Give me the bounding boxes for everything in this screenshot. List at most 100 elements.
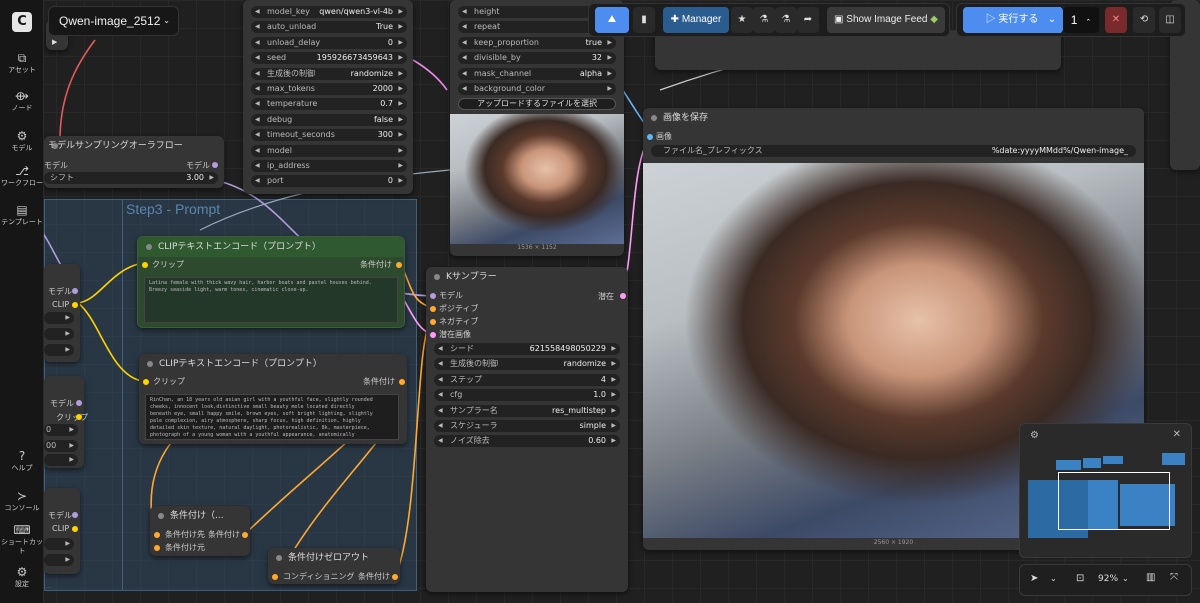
increment-icon[interactable]: ▶ <box>611 358 616 370</box>
decrement-icon[interactable]: ◀ <box>255 37 260 49</box>
input-port-1[interactable] <box>430 306 436 312</box>
increment-icon[interactable]: ▶ <box>398 52 403 64</box>
chevron-down-icon[interactable]: ⌄ <box>1122 574 1129 583</box>
widget-shift[interactable]: シフト 3.00 ▶ <box>44 172 218 184</box>
decrement-icon[interactable]: ◀ <box>438 358 443 370</box>
increment-icon[interactable]: ▶ <box>398 160 403 172</box>
conditioning-combine-node[interactable]: 条件付け（... 条件付け先 条件付け 条件付け元 <box>150 506 250 556</box>
increment-icon[interactable]: ▶ <box>611 435 616 447</box>
output-port-cond[interactable] <box>396 262 402 268</box>
queue-count-input[interactable]: 1 ⌃ <box>1063 7 1099 33</box>
widget-9[interactable]: ◀ model ▶ <box>251 144 407 157</box>
decrement-icon[interactable]: ◀ <box>438 343 443 355</box>
output-port-clip[interactable] <box>72 302 78 308</box>
comfy-logo-icon[interactable]: C <box>12 12 32 32</box>
increment-icon[interactable]: ▶ <box>611 420 616 432</box>
widget-1[interactable]: ◀ 生成後の制御 randomize ▶ <box>434 358 620 371</box>
sidebar-item-6[interactable]: ≻ コンソール <box>0 488 44 513</box>
input-port-2[interactable] <box>430 319 436 325</box>
decrement-icon[interactable]: ◀ <box>255 68 260 80</box>
widget-2[interactable]: ▶ <box>44 328 74 340</box>
chevron-down-icon[interactable]: ⌄ <box>163 7 170 35</box>
widget-11[interactable]: ◀ port 0 ▶ <box>251 175 407 188</box>
sidebar-item-4[interactable]: ▤ テンプレート <box>0 202 44 227</box>
decrement-icon[interactable]: ◀ <box>438 405 443 417</box>
decrement-icon[interactable]: ◀ <box>255 21 260 33</box>
left-loader-node-c[interactable]: モデル CLIP ▶ ▶ <box>44 488 80 574</box>
star-icon[interactable]: ★ <box>731 7 753 33</box>
input-port-3[interactable] <box>430 332 436 338</box>
widget-3[interactable]: ◀ seed 195926673459643 ▶ <box>251 52 407 65</box>
llm-node[interactable]: ◀ model_key qwen/qwen3-vl-4b ▶ ◀ auto_unload T… <box>243 0 413 194</box>
widget-5[interactable]: ◀ background_color ▶ <box>458 83 616 95</box>
panel-toggle-icon[interactable]: ◫ <box>1159 7 1181 33</box>
clip-text-encode-positive[interactable]: CLIPテキストエンコード（プロンプト） クリップ 条件付け Latina fe… <box>137 236 405 328</box>
increment-icon[interactable]: ▶ <box>611 405 616 417</box>
widget-5[interactable]: ◀ スケジューラ simple ▶ <box>434 420 620 432</box>
increment-icon[interactable]: ▶ <box>607 68 612 80</box>
decrement-icon[interactable]: ◀ <box>462 37 467 49</box>
workflow-tab[interactable]: Qwen-image_2512 ⌄ <box>48 6 179 36</box>
increment-icon[interactable]: ▶ <box>398 21 403 33</box>
decrement-icon[interactable]: ◀ <box>255 6 260 18</box>
output-port-cond[interactable] <box>399 379 405 385</box>
widget-2[interactable]: 00 ▶ <box>44 440 78 452</box>
increment-icon[interactable]: ▶ <box>398 6 403 18</box>
widget-2[interactable]: ◀ keep_proportion true ▶ <box>458 36 616 49</box>
output-port-model[interactable] <box>212 162 218 168</box>
decrement-icon[interactable]: ◀ <box>255 52 260 64</box>
widget-4[interactable]: ◀ mask_channel alpha ▶ <box>458 67 616 80</box>
widget-3[interactable]: ◀ cfg 1.0 ▶ <box>434 389 620 402</box>
minimap-settings-icon[interactable]: ⚙ <box>1030 430 1039 441</box>
widget-3[interactable]: ▶ <box>44 344 74 356</box>
decrement-icon[interactable]: ◀ <box>255 129 260 141</box>
output-port-model[interactable] <box>76 400 82 406</box>
increment-icon[interactable]: ▶ <box>398 83 403 95</box>
increment-icon[interactable]: ▶ <box>398 114 403 126</box>
zoom-level[interactable]: 92% <box>1098 574 1118 584</box>
input-port-clip[interactable] <box>143 379 149 385</box>
chevron-down-icon[interactable]: ⌄ <box>1050 574 1057 583</box>
widget-2[interactable]: ▶ <box>44 554 74 566</box>
prompt-textarea[interactable]: RinChan, an 18 years old asian girl with… <box>145 394 399 440</box>
widget-1[interactable]: ◀ auto_unload True ▶ <box>251 21 407 34</box>
decrement-icon[interactable]: ◀ <box>462 6 467 18</box>
widget-6[interactable]: ◀ ノイズ除去 0.60 ▶ <box>434 435 620 448</box>
sidebar-item-0[interactable]: ⧉ アセット <box>0 50 44 75</box>
resize-node[interactable]: ◀height12▶◀repeat▶◀keep_proportiontrue▶◀… <box>450 0 624 256</box>
sidebar-item-5[interactable]: ? ヘルプ <box>0 448 44 473</box>
widget-2[interactable]: ◀ unload_delay 0 ▶ <box>251 36 407 49</box>
increment-icon[interactable]: ▶ <box>611 343 616 355</box>
widget-10[interactable]: ◀ ip_address ▶ <box>251 160 407 172</box>
minimap-panel[interactable]: ⚙ ✕ <box>1019 423 1192 558</box>
output-port-model[interactable] <box>72 512 78 518</box>
prompt-textarea[interactable]: Latina female with thick wavy hair, harb… <box>144 277 398 323</box>
sidebar-item-1[interactable]: ⟴ ノード <box>0 88 44 113</box>
decrement-icon[interactable]: ◀ <box>462 52 467 64</box>
output-port-cond[interactable] <box>242 532 248 538</box>
map-icon[interactable]: ▥ <box>1146 572 1155 583</box>
decrement-icon[interactable]: ◀ <box>462 83 467 95</box>
decrement-icon[interactable]: ◀ <box>438 374 443 386</box>
input-port-0[interactable] <box>430 293 436 299</box>
bookmark-icon[interactable]: ▮ <box>633 7 655 33</box>
decrement-icon[interactable]: ◀ <box>438 420 443 432</box>
increment-icon[interactable]: ▶ <box>398 145 403 157</box>
increment-icon[interactable]: ▶ <box>398 68 403 80</box>
input-port-cond-from[interactable] <box>154 545 160 551</box>
increment-icon[interactable]: ▶ <box>398 37 403 49</box>
widget-4[interactable]: ◀ 生成後の制御 randomize ▶ <box>251 67 407 80</box>
increment-icon[interactable]: ▶ <box>611 389 616 401</box>
output-port-clip[interactable] <box>76 414 82 420</box>
widget-1[interactable]: ▶ <box>44 538 74 550</box>
close-icon[interactable]: ✕ <box>1173 429 1181 440</box>
minimap-viewport[interactable] <box>1058 472 1170 530</box>
sidebar-item-2[interactable]: ⚙ モデル <box>0 128 44 153</box>
decrement-icon[interactable]: ◀ <box>462 68 467 80</box>
input-port-conditioning[interactable] <box>272 574 278 580</box>
widget-1[interactable]: 0 ▶ <box>44 424 78 436</box>
increment-icon[interactable]: ▶ <box>398 129 403 141</box>
link-visibility-icon[interactable]: ⤧ <box>1170 572 1178 583</box>
run-options-chevron-icon[interactable]: ⌄ <box>1041 7 1063 33</box>
cancel-icon[interactable]: ✕ <box>1105 7 1127 33</box>
